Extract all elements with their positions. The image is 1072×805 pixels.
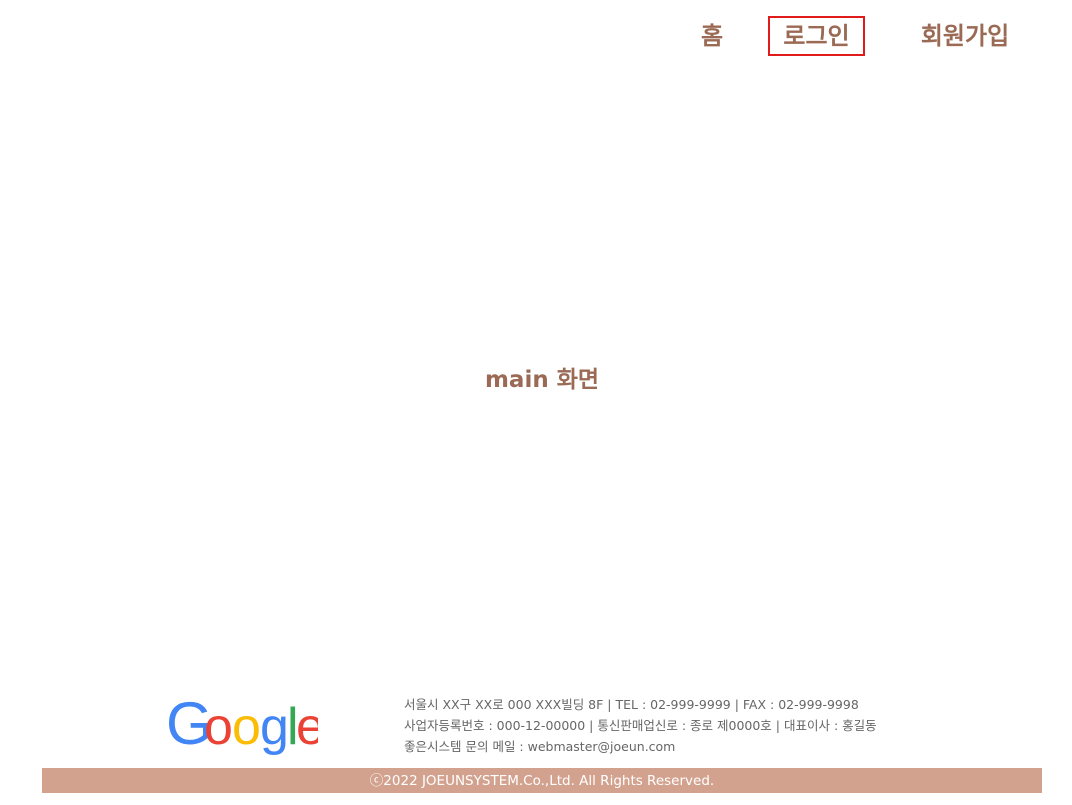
google-logo: Go o gle [166,692,318,757]
copyright-bar: ⓒ2022 JOEUNSYSTEM.Co.,Ltd. All Rights Re… [42,768,1042,793]
footer-email-line: 좋은시스템 문의 메일 : webmaster@joeun.com [404,739,676,754]
main-title: main 화면 [484,367,600,393]
google-logo-letter: o [232,698,261,756]
footer-info: 서울시 XX구 XX로 000 XXX빌딩 8F | TEL : 02-999-… [404,694,924,757]
copyright-text: ⓒ2022 JOEUNSYSTEM.Co.,Ltd. All Rights Re… [369,773,715,789]
nav-signup-link[interactable]: 회원가입 [906,16,1024,56]
google-logo-letter: e [296,698,318,756]
nav-login-link[interactable]: 로그인 [768,16,865,56]
nav-home-link[interactable]: 홈 [688,16,736,56]
google-logo-letter: o [204,698,233,756]
footer-address-line: 서울시 XX구 XX로 000 XXX빌딩 8F | TEL : 02-999-… [404,697,859,712]
google-logo-letter: g [260,698,289,756]
top-nav: 홈 로그인 회원가입 [0,16,1072,56]
footer-business-line: 사업자등록번호 : 000-12-00000 | 통신판매업신로 : 종로 제0… [404,718,877,733]
